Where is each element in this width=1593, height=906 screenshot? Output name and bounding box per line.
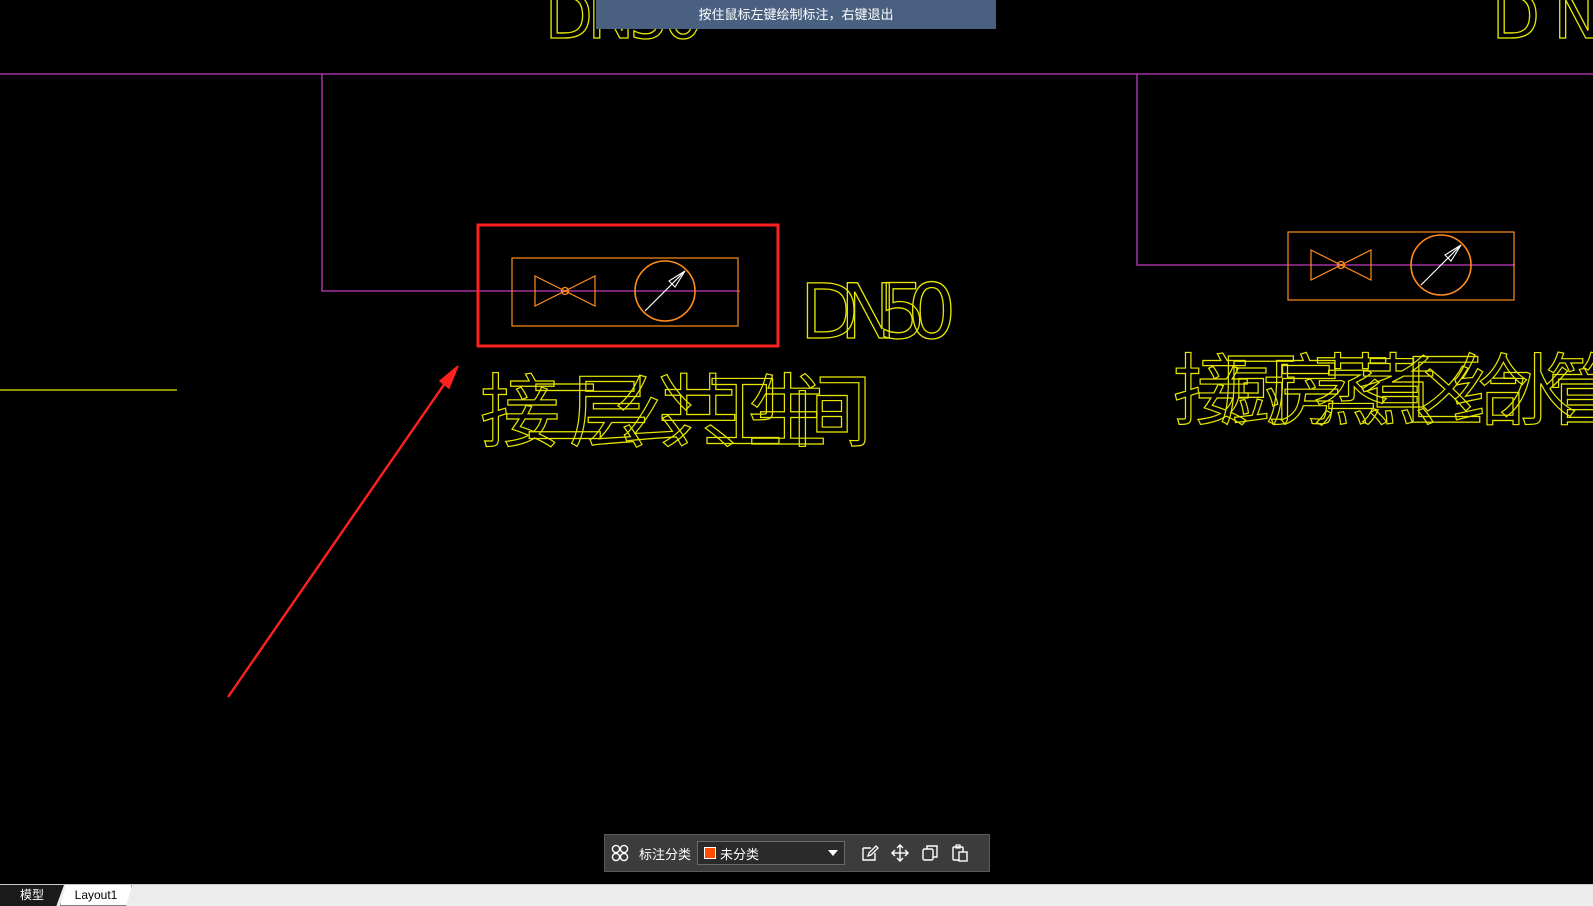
annotation-toolbar: 标注分类 未分类: [604, 834, 990, 872]
layout-tab-bar: Layout1 模型: [0, 884, 1593, 906]
top-right-size-text: DN: [1492, 0, 1593, 53]
left-valve-meter-assembly[interactable]: [511, 257, 739, 327]
drawing-svg[interactable]: DN50 DN: [0, 0, 1593, 884]
category-select[interactable]: 未分类: [697, 841, 846, 865]
highlight-box: [476, 223, 780, 348]
left-fixture-frame: [511, 257, 739, 327]
red-arrow: [227, 365, 459, 698]
right-name-label: 接厨房蒸煮区给水管: [1173, 347, 1593, 437]
paste-icon[interactable]: [945, 838, 975, 868]
grid-icon[interactable]: [605, 838, 635, 868]
category-label: 标注分类: [639, 846, 692, 862]
tab-model[interactable]: 模型: [0, 885, 64, 906]
copy-icon[interactable]: [915, 838, 945, 868]
edit-icon[interactable]: [855, 838, 885, 868]
category-color-swatch: [704, 847, 717, 859]
move-icon[interactable]: [885, 838, 915, 868]
category-select-value: 未分类: [720, 846, 760, 862]
right-fixture-frame: [1287, 231, 1515, 301]
right-valve-meter-assembly[interactable]: [1287, 231, 1515, 301]
tab-layout1[interactable]: Layout1: [60, 885, 132, 906]
right-branch-pipe: [1136, 74, 1515, 266]
chevron-down-icon: [828, 850, 839, 856]
hint-banner: 按住鼠标左键绘制标注，右键退出: [596, 0, 996, 29]
drawing-canvas[interactable]: DN50 DN: [0, 0, 1593, 884]
left-name-label: 接二层公共卫生间: [480, 366, 872, 459]
left-size-label: DN50: [800, 267, 958, 356]
